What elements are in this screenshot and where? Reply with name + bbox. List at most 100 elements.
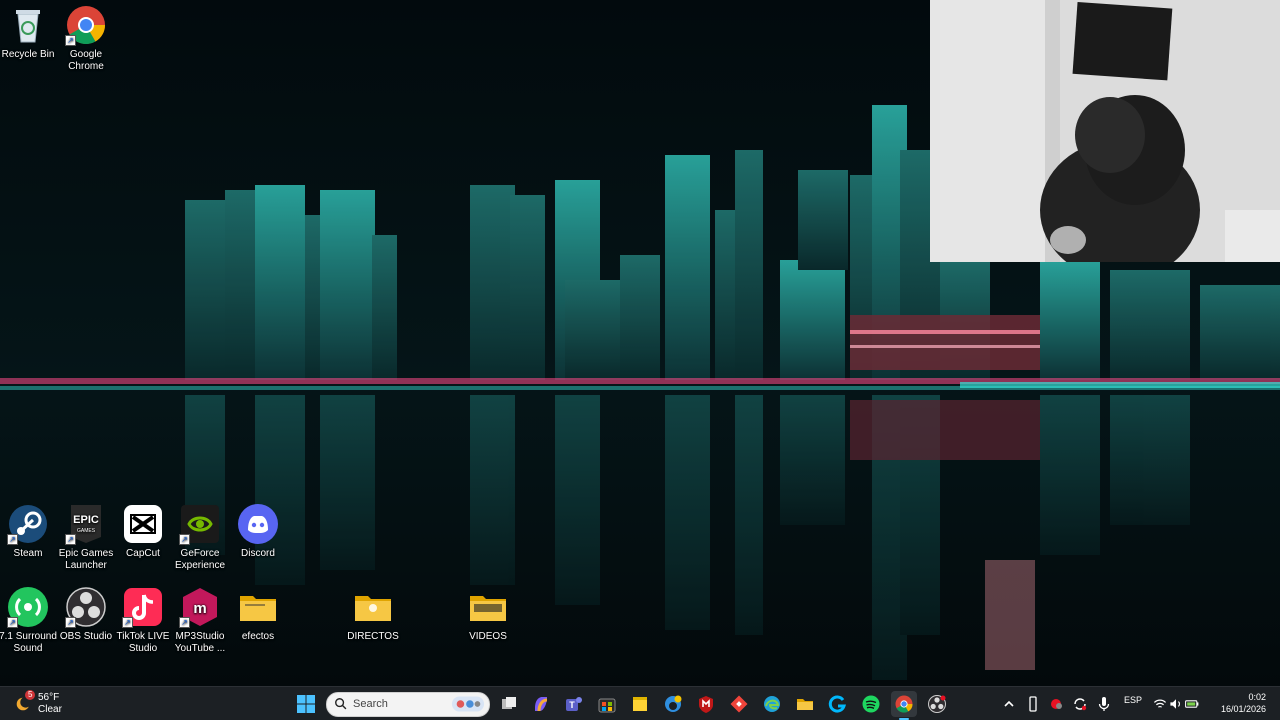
- taskbar-clock[interactable]: 0:02 16/01/2026: [1221, 691, 1266, 715]
- icon-label: Steam: [13, 548, 43, 559]
- taskbar-anydesk[interactable]: [726, 691, 752, 717]
- svg-text:GAMES: GAMES: [77, 528, 96, 534]
- desktop-icon-tiktok-live-studio[interactable]: ↗ TikTok LIVE Studio: [113, 586, 173, 655]
- icon-label: Google Chrome: [68, 49, 104, 72]
- taskbar-g-hub[interactable]: [825, 691, 851, 717]
- record-icon: [1051, 699, 1062, 709]
- desktop-icon-capcut[interactable]: CapCut: [113, 503, 173, 560]
- chevron-up-icon: [1004, 700, 1014, 707]
- desktop-icon-epic-games[interactable]: EPIC GAMES ↗ Epic Games Launcher: [56, 503, 116, 572]
- epic-games-icon: EPIC GAMES ↗: [65, 503, 107, 545]
- recycle-bin-icon: [7, 4, 49, 46]
- discord-icon: [237, 503, 279, 545]
- wifi-icon: [1153, 699, 1167, 708]
- icon-label: GeForce Experience: [174, 548, 226, 571]
- svg-text:EPIC: EPIC: [73, 514, 99, 526]
- clock-time: 0:02: [1248, 692, 1266, 702]
- obs-icon: ↗: [65, 586, 107, 628]
- icon-label: 7.1 Surround Sound: [0, 631, 57, 654]
- folder-icon: [467, 586, 509, 628]
- taskbar-edge[interactable]: [759, 691, 785, 717]
- desktop-icon-efectos[interactable]: efectos: [228, 586, 288, 643]
- search-placeholder: Search: [353, 698, 388, 710]
- copilot-icon: [535, 697, 548, 712]
- anydesk-icon: [730, 695, 748, 713]
- capcut-icon: [122, 503, 164, 545]
- taskbar: 5 56°F Clear Search T ESP 0:02 16/01/202…: [0, 686, 1280, 720]
- taskbar-copilot[interactable]: [528, 691, 554, 717]
- desktop-icon-mp3studio[interactable]: m ↗ MP3Studio YouTube ...: [170, 586, 230, 655]
- shortcut-arrow-icon: ↗: [65, 534, 76, 545]
- desktop-icon-google-chrome[interactable]: ↗ Google Chrome: [56, 4, 116, 73]
- taskbar-store[interactable]: [594, 691, 620, 717]
- teams-icon: T: [566, 697, 582, 711]
- shortcut-arrow-icon: ↗: [65, 617, 76, 628]
- battery-icon: [1185, 700, 1199, 708]
- taskbar-file-explorer[interactable]: [792, 691, 818, 717]
- shortcut-arrow-icon: ↗: [7, 617, 18, 628]
- mcafee-icon: [699, 696, 713, 713]
- desktop-icon-obs-studio[interactable]: ↗ OBS Studio: [56, 586, 116, 643]
- shortcut-arrow-icon: ↗: [122, 617, 133, 628]
- desktop-icon-discord[interactable]: Discord: [228, 503, 288, 560]
- icon-label: OBS Studio: [59, 631, 113, 642]
- spotify-icon: [862, 695, 880, 713]
- g-hub-icon: [828, 695, 847, 713]
- tray-network-volume[interactable]: [1150, 691, 1202, 717]
- taskbar-search-box[interactable]: Search: [326, 692, 490, 717]
- tiktok-icon: ↗: [122, 586, 164, 628]
- geforce-icon: ↗: [179, 503, 221, 545]
- taskbar-sticky-notes[interactable]: [627, 691, 653, 717]
- desktop-icon-steam[interactable]: ↗ Steam: [0, 503, 58, 560]
- chrome-icon: ↗: [65, 4, 107, 46]
- steam-icon: ↗: [7, 503, 49, 545]
- webcam-overlay: [930, 0, 1280, 262]
- desktop-icon-directos[interactable]: DIRECTOS: [343, 586, 403, 643]
- desktop-icon-geforce[interactable]: ↗ GeForce Experience: [170, 503, 230, 572]
- shortcut-arrow-icon: ↗: [7, 534, 18, 545]
- icon-label: TikTok LIVE Studio: [116, 631, 170, 654]
- usb-drive-icon: [1029, 696, 1037, 712]
- icon-label: DIRECTOS: [347, 631, 399, 642]
- obs-icon: [928, 695, 946, 713]
- taskbar-teams[interactable]: T: [561, 691, 587, 717]
- weather-desc: Clear: [38, 704, 62, 715]
- store-icon: [598, 698, 616, 713]
- edge-icon: [764, 696, 780, 712]
- sync-icon: [1074, 698, 1087, 711]
- taskbar-mcafee[interactable]: [693, 691, 719, 717]
- tray-microphone[interactable]: [1091, 691, 1117, 717]
- weather-badge: 5: [25, 690, 36, 700]
- desktop-icon-surround-sound[interactable]: ↗ 7.1 Surround Sound: [0, 586, 58, 655]
- icon-label: Epic Games Launcher: [58, 548, 114, 571]
- chrome-icon: [895, 695, 913, 713]
- tray-record[interactable]: [1043, 691, 1069, 717]
- volume-icon: [1170, 699, 1181, 709]
- icon-label: VIDEOS: [469, 631, 507, 642]
- mp3studio-icon: m ↗: [179, 586, 221, 628]
- taskbar-edge-beta[interactable]: [660, 691, 686, 717]
- icon-label: MP3Studio YouTube ...: [174, 631, 226, 654]
- icon-label: Recycle Bin: [1, 49, 55, 60]
- desktop-icon-videos[interactable]: VIDEOS: [458, 586, 518, 643]
- file-explorer-icon: [797, 699, 813, 710]
- desktop-icon-recycle-bin[interactable]: Recycle Bin: [0, 4, 58, 61]
- folder-icon: [352, 586, 394, 628]
- start-button[interactable]: [293, 691, 319, 717]
- folder-icon: [237, 586, 279, 628]
- svg-text:T: T: [569, 700, 575, 710]
- icon-label: Discord: [241, 548, 275, 559]
- tray-sync[interactable]: [1067, 691, 1093, 717]
- weather-temp: 56°F: [38, 692, 60, 703]
- taskbar-task-view[interactable]: [496, 691, 522, 717]
- taskbar-spotify[interactable]: [858, 691, 884, 717]
- tray-overflow-button[interactable]: [996, 691, 1022, 717]
- shortcut-arrow-icon: ↗: [65, 35, 76, 46]
- surround-sound-icon: ↗: [7, 586, 49, 628]
- taskbar-obs[interactable]: [924, 691, 950, 717]
- clock-date: 16/01/2026: [1220, 704, 1266, 714]
- language-indicator[interactable]: ESP: [1124, 695, 1142, 705]
- sticky-notes-icon: [633, 697, 647, 711]
- shortcut-arrow-icon: ↗: [179, 534, 190, 545]
- taskbar-chrome[interactable]: [891, 691, 917, 720]
